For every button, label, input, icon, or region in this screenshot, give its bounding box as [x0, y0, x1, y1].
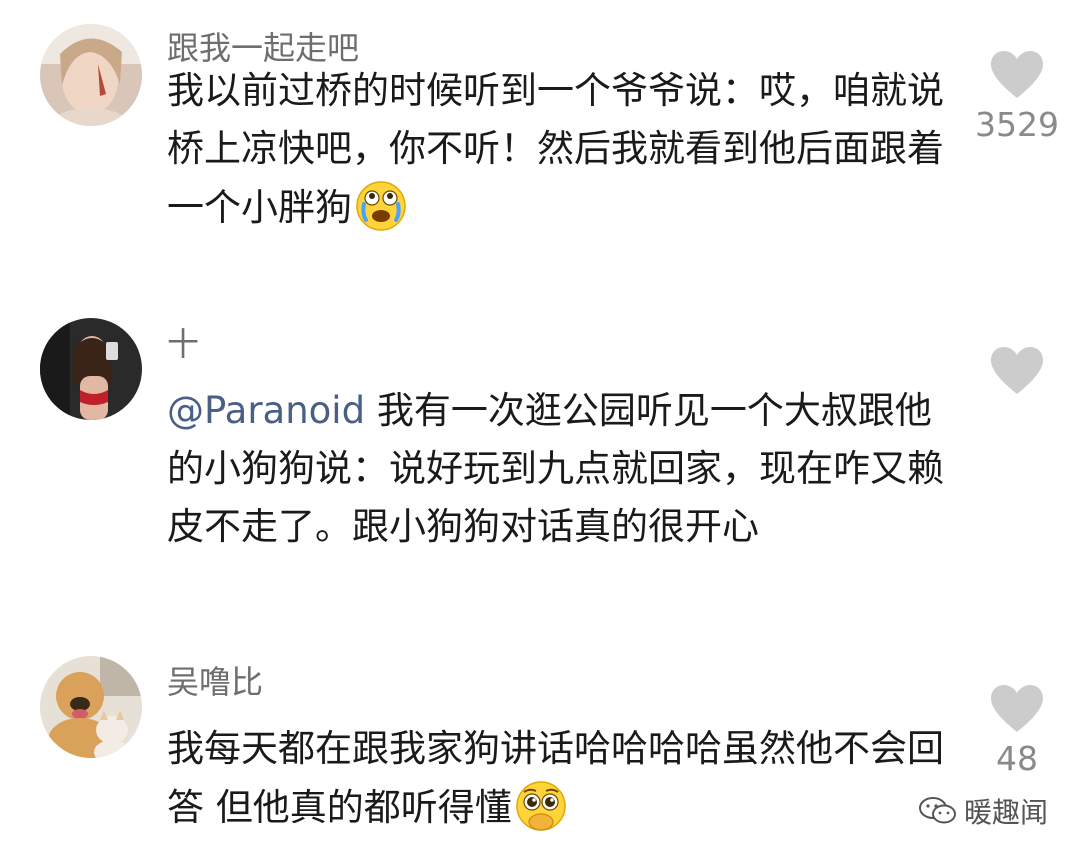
- heart-icon[interactable]: [962, 50, 1072, 100]
- heart-icon[interactable]: [962, 346, 1072, 396]
- comment-text: 我每天都在跟我家狗讲话哈哈哈哈虽然他不会回答 但他真的都听得懂: [167, 720, 947, 837]
- watermark-text: 暖趣闻: [963, 796, 1048, 829]
- like-button[interactable]: [962, 346, 1072, 396]
- crying-face-emoji: [354, 178, 408, 232]
- username[interactable]: 十: [167, 324, 199, 364]
- comment-text: 我以前过桥的时候听到一个爷爷说：哎，咱就说桥上凉快吧，你不听！然后我就看到他后面…: [167, 62, 947, 237]
- username[interactable]: 吴噜比: [167, 662, 263, 702]
- avatar[interactable]: [40, 24, 142, 126]
- wechat-icon: [918, 796, 958, 826]
- like-count: 48: [996, 739, 1038, 778]
- heart-icon[interactable]: [962, 684, 1072, 734]
- mention-link[interactable]: @Paranoid: [167, 389, 365, 432]
- avatar[interactable]: [40, 318, 142, 420]
- pleading-face-emoji: [514, 778, 568, 832]
- comment-item: 十 @Paranoid 我有一次逛公园听见一个大叔跟他的小狗狗说：说好玩到九点就…: [0, 300, 1080, 640]
- comment-body: 我以前过桥的时候听到一个爷爷说：哎，咱就说桥上凉快吧，你不听！然后我就看到他后面…: [167, 69, 944, 229]
- avatar-photo: [40, 24, 142, 126]
- avatar-photo: [40, 656, 142, 758]
- comment-text: @Paranoid 我有一次逛公园听见一个大叔跟他的小狗狗说：说好玩到九点就回家…: [167, 382, 947, 556]
- avatar[interactable]: [40, 656, 142, 758]
- like-button[interactable]: 48: [962, 684, 1072, 778]
- like-count: 3529: [975, 105, 1059, 144]
- avatar-photo: [40, 318, 142, 420]
- comment-item: 跟我一起走吧 我以前过桥的时候听到一个爷爷说：哎，咱就说桥上凉快吧，你不听！然后…: [0, 0, 1080, 300]
- watermark: 暖趣闻: [918, 791, 1048, 831]
- like-button[interactable]: 3529: [962, 50, 1072, 144]
